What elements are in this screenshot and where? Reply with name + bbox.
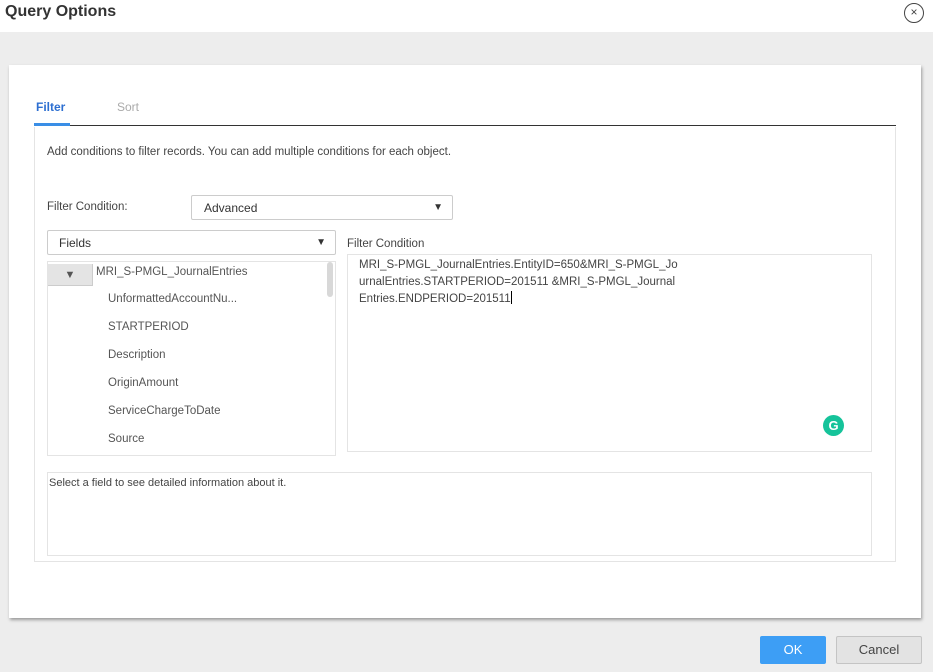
tab-bar: Filter Sort [34, 97, 896, 126]
chevron-down-icon: ▼ [316, 237, 326, 248]
tab-filter[interactable]: Filter [36, 100, 65, 114]
tree-scrollbar[interactable] [327, 262, 333, 297]
tree-root-label[interactable]: MRI_S-PMGL_JournalEntries [96, 266, 247, 278]
dialog-title: Query Options [5, 3, 117, 20]
query-options-panel: Filter Sort Add conditions to filter rec… [9, 65, 921, 618]
active-tab-indicator [34, 123, 70, 126]
fields-select-value: Fields [59, 236, 92, 250]
filter-content: Add conditions to filter records. You ca… [34, 127, 896, 562]
filter-condition-title: Filter Condition [347, 238, 425, 250]
filter-condition-value: Advanced [204, 201, 258, 215]
text-caret [510, 291, 513, 304]
grammarly-icon[interactable]: G [823, 415, 844, 436]
collapse-toggle-icon[interactable]: ▼ [48, 264, 93, 286]
field-info-text: Select a field to see detailed informati… [49, 477, 287, 489]
field-item[interactable]: STARTPERIOD [108, 321, 189, 333]
field-item[interactable]: Source [108, 433, 144, 445]
fields-tree: ▼ MRI_S-PMGL_JournalEntries UnformattedA… [47, 261, 336, 456]
field-info-box: Select a field to see detailed informati… [47, 472, 872, 556]
close-icon[interactable]: × [904, 3, 924, 23]
ok-button[interactable]: OK [760, 636, 826, 664]
field-item[interactable]: ServiceChargeToDate [108, 405, 221, 417]
tree-root: ▼ MRI_S-PMGL_JournalEntries [48, 262, 328, 286]
filter-condition-textarea[interactable]: MRI_S-PMGL_JournalEntries.EntityID=650&M… [347, 254, 872, 452]
filter-intro-text: Add conditions to filter records. You ca… [47, 146, 452, 158]
field-item[interactable]: OriginAmount [108, 377, 178, 389]
tab-sort[interactable]: Sort [117, 100, 139, 114]
dialog-titlebar: Query Options × [0, 0, 933, 32]
chevron-down-icon: ▼ [433, 202, 443, 213]
filter-condition-label: Filter Condition: [47, 201, 128, 213]
field-item[interactable]: Description [108, 349, 166, 361]
cancel-button[interactable]: Cancel [836, 636, 922, 664]
filter-condition-select[interactable]: Advanced ▼ [191, 195, 453, 220]
filter-condition-text: MRI_S-PMGL_JournalEntries.EntityID=650&M… [359, 257, 679, 308]
condition-text-value: MRI_S-PMGL_JournalEntries.EntityID=650&M… [359, 259, 678, 305]
fields-select[interactable]: Fields ▼ [47, 230, 336, 255]
field-item[interactable]: UnformattedAccountNu... [108, 293, 237, 305]
